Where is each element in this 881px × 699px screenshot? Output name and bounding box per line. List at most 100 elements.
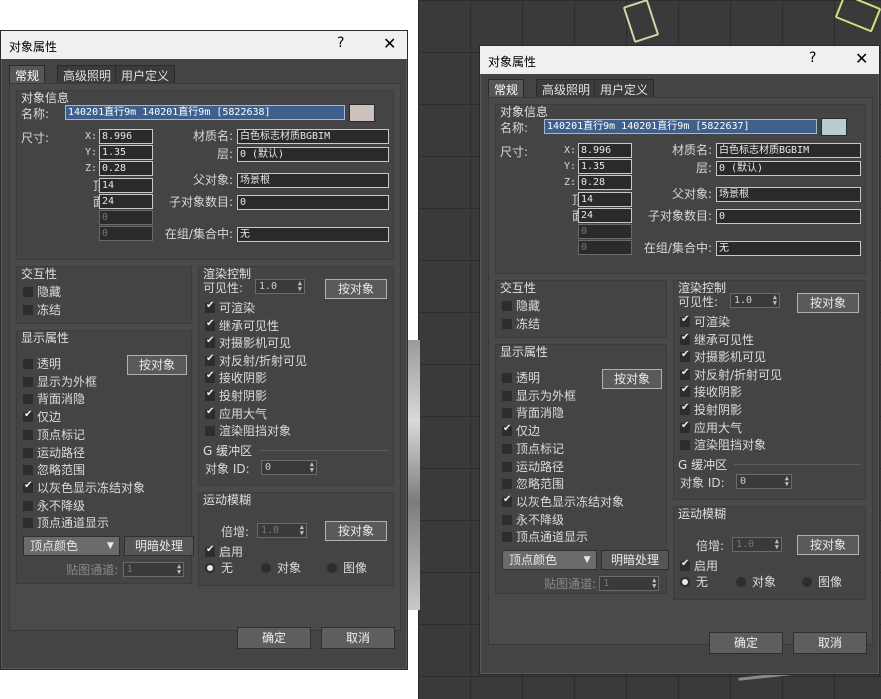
vertex-color-dropdown[interactable]: 顶点颜色 ▼: [23, 536, 120, 556]
dimension-x-label: X:: [85, 131, 98, 142]
motion-none-radio[interactable]: [680, 577, 690, 587]
transparent-checkbox[interactable]: [502, 373, 512, 383]
display-as-box-checkbox[interactable]: [23, 376, 33, 387]
vertex-ticks-checkbox[interactable]: [23, 429, 33, 440]
shading-button[interactable]: 明暗处理: [600, 550, 670, 570]
freeze-label: 冻结: [37, 303, 62, 317]
visible-to-reflection-checkbox[interactable]: [680, 367, 690, 380]
object-info-group: 对象信息 名称: 140201直行9m 140201直行9m [5822637] 尺寸…: [495, 104, 866, 274]
multiplier-spinner[interactable]: 1.0 ▲ ▼: [732, 537, 782, 552]
map-channel-spinner[interactable]: 1 ▲ ▼: [122, 562, 185, 577]
ignore-extents-checkbox[interactable]: [502, 479, 512, 490]
cast-shadows-checkbox[interactable]: [205, 388, 215, 401]
apply-atmospherics-label: 应用大气: [219, 406, 268, 421]
ignore-extents-checkbox[interactable]: [23, 465, 33, 476]
render-by-object-button[interactable]: 按对象: [797, 293, 859, 313]
show-frozen-gray-checkbox[interactable]: [502, 494, 512, 507]
renderable-checkbox[interactable]: [205, 300, 215, 313]
spinner-arrows-icon: ▲ ▼: [772, 293, 777, 307]
object-color-swatch[interactable]: [821, 118, 847, 136]
receive-shadows-checkbox[interactable]: [205, 370, 215, 384]
edges-only-checkbox[interactable]: [23, 409, 33, 423]
trajectory-label: 运动路径: [37, 445, 86, 460]
cancel-button[interactable]: 取消: [321, 627, 395, 649]
hide-checkbox[interactable]: [502, 301, 512, 311]
show-frozen-gray-checkbox[interactable]: [23, 480, 33, 493]
hide-checkbox[interactable]: [23, 287, 33, 297]
ok-button[interactable]: 确定: [709, 632, 783, 654]
tab-advanced-lighting[interactable]: 高级照明: [536, 79, 597, 97]
visible-to-reflection-checkbox[interactable]: [205, 353, 215, 366]
display-as-box-checkbox[interactable]: [502, 390, 512, 401]
close-icon[interactable]: ✕: [383, 34, 396, 53]
render-by-object-button[interactable]: 按对象: [325, 279, 387, 299]
hide-label: 隐藏: [516, 299, 541, 313]
help-button[interactable]: ?: [337, 35, 344, 51]
map-channel-spinner[interactable]: 1 ▲ ▼: [599, 576, 660, 591]
object-id-spinner[interactable]: 0 ▲ ▼: [736, 473, 792, 489]
spinner-arrows-icon: ▲ ▼: [299, 523, 304, 537]
object-name-field[interactable]: 140201直行9m 140201直行9m [5822637]: [544, 119, 817, 134]
tab-general[interactable]: 常规: [488, 79, 525, 97]
shading-button[interactable]: 明暗处理: [123, 536, 195, 556]
object-color-swatch[interactable]: [349, 104, 375, 122]
never-degrade-checkbox[interactable]: [502, 514, 512, 525]
edges-only-checkbox[interactable]: [502, 423, 512, 437]
freeze-checkbox[interactable]: [23, 305, 33, 315]
display-by-object-button[interactable]: 按对象: [127, 355, 187, 375]
multiplier-spinner[interactable]: 1.0 ▲ ▼: [257, 523, 307, 538]
apply-atmospherics-checkbox[interactable]: [680, 420, 690, 433]
visible-to-camera-checkbox[interactable]: [205, 335, 215, 349]
motion-none-radio[interactable]: [205, 563, 215, 573]
apply-atmospherics-checkbox[interactable]: [205, 406, 215, 419]
visible-to-camera-label: 对摄影机可见: [219, 336, 292, 351]
motion-image-radio[interactable]: [327, 563, 337, 573]
backface-cull-checkbox[interactable]: [502, 408, 512, 419]
render-occluded-checkbox[interactable]: [680, 440, 690, 451]
vertex-channel-display-checkbox[interactable]: [502, 532, 512, 543]
inherit-visibility-checkbox[interactable]: [680, 332, 690, 345]
multiplier-label: 倍增:: [696, 539, 725, 553]
backface-cull-checkbox[interactable]: [23, 394, 33, 405]
tab-user-defined[interactable]: 用户定义: [115, 65, 176, 83]
in-group-label: 在组/集合中:: [164, 227, 233, 241]
tab-general[interactable]: 常规: [9, 65, 46, 83]
inherit-visibility-checkbox[interactable]: [205, 318, 215, 331]
vertex-channel-display-checkbox[interactable]: [23, 518, 33, 529]
motion-object-radio[interactable]: [261, 563, 271, 573]
never-degrade-checkbox[interactable]: [23, 500, 33, 511]
enable-checkbox[interactable]: [680, 558, 690, 571]
motion-image-radio[interactable]: [802, 577, 812, 587]
tab-advanced-lighting[interactable]: 高级照明: [57, 65, 118, 83]
display-by-object-button[interactable]: 按对象: [602, 369, 662, 389]
motion-object-label: 对象: [277, 561, 302, 575]
cancel-button[interactable]: 取消: [793, 632, 867, 654]
visibility-spinner[interactable]: 1.0 ▲ ▼: [255, 279, 305, 294]
dimension-z-field: 0.28: [99, 161, 153, 176]
enable-checkbox[interactable]: [205, 544, 215, 557]
motion-by-object-button[interactable]: 按对象: [325, 521, 387, 541]
vertex-color-dropdown[interactable]: 顶点颜色 ▼: [502, 550, 597, 570]
visible-to-camera-checkbox[interactable]: [680, 349, 690, 363]
motion-object-radio[interactable]: [736, 577, 746, 587]
visibility-spinner[interactable]: 1.0 ▲ ▼: [730, 293, 780, 308]
motion-by-object-button[interactable]: 按对象: [797, 535, 859, 555]
trajectory-checkbox[interactable]: [23, 447, 33, 458]
object-id-spinner[interactable]: 0 ▲ ▼: [261, 459, 317, 475]
close-icon[interactable]: ✕: [855, 49, 868, 68]
object-name-field[interactable]: 140201直行9m 140201直行9m [5822638]: [65, 105, 345, 120]
vertex-ticks-label: 顶点标记: [37, 427, 86, 442]
render-occluded-checkbox[interactable]: [205, 426, 215, 437]
vertex-color-value: 顶点颜色: [509, 553, 558, 567]
vertex-ticks-checkbox[interactable]: [502, 443, 512, 454]
enable-label: 启用: [219, 545, 244, 559]
cast-shadows-checkbox[interactable]: [680, 402, 690, 415]
freeze-checkbox[interactable]: [502, 319, 512, 329]
tab-user-defined[interactable]: 用户定义: [594, 79, 655, 97]
transparent-checkbox[interactable]: [23, 359, 33, 369]
trajectory-checkbox[interactable]: [502, 461, 512, 472]
help-button[interactable]: ?: [809, 50, 816, 66]
receive-shadows-checkbox[interactable]: [680, 384, 690, 398]
ok-button[interactable]: 确定: [237, 627, 311, 649]
renderable-checkbox[interactable]: [680, 314, 690, 327]
